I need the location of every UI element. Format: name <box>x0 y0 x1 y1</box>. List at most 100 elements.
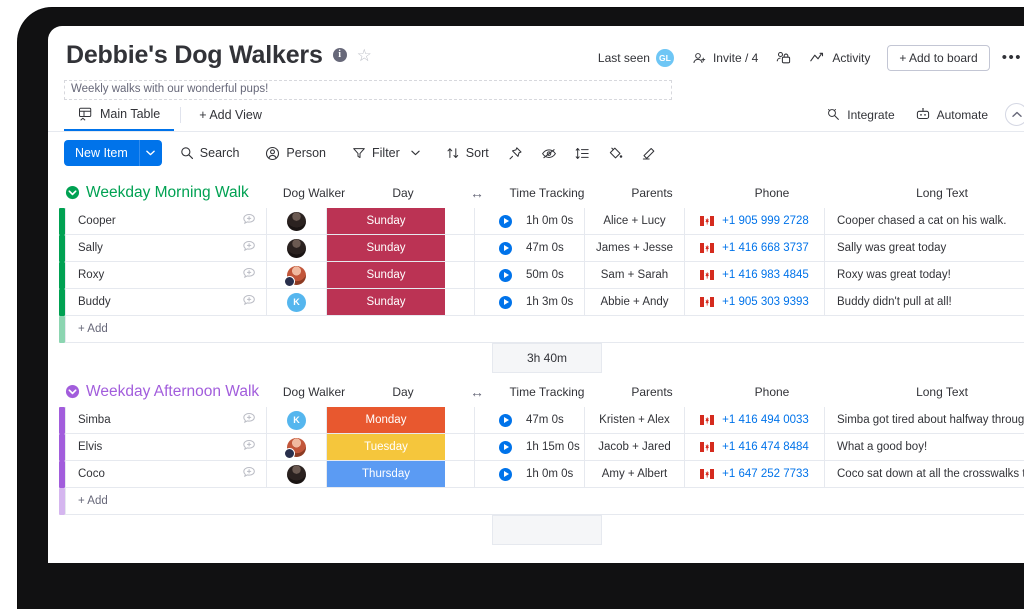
cell-long-text[interactable]: Cooper chased a cat on his walk. <box>825 208 1024 235</box>
cell-day[interactable]: Tuesday <box>327 434 445 461</box>
tab-main-table[interactable]: Main Table <box>64 98 175 131</box>
column-header-walker[interactable]: Dog Walker <box>283 178 345 208</box>
play-icon[interactable] <box>499 440 512 454</box>
column-header-phone[interactable]: Phone <box>702 178 842 208</box>
cell-dog-walker[interactable]: K <box>267 289 327 316</box>
phone-number[interactable]: +1 416 494 0033 <box>722 414 809 426</box>
new-item-button[interactable]: New Item <box>64 140 162 166</box>
cell-dog-walker[interactable] <box>267 461 327 488</box>
play-icon[interactable] <box>499 413 512 427</box>
cell-long-text[interactable]: Coco sat down at all the crosswalks toda… <box>825 461 1024 488</box>
cell-phone[interactable]: +1 647 252 7733 <box>685 461 825 488</box>
cell-day[interactable]: Monday <box>327 407 445 434</box>
cell-day[interactable]: Sunday <box>327 208 445 235</box>
cell-parents[interactable]: Alice + Lucy <box>585 208 685 235</box>
column-header-phone[interactable]: Phone <box>702 377 842 407</box>
play-icon[interactable] <box>499 467 512 481</box>
activity-button[interactable]: Activity <box>801 46 879 70</box>
cell-time-tracking[interactable]: 1h 15m 0s <box>475 434 585 461</box>
cell-parents[interactable]: Abbie + Andy <box>585 289 685 316</box>
group-title[interactable]: Weekday Afternoon Walk <box>86 377 259 407</box>
cell-phone[interactable]: +1 416 494 0033 <box>685 407 825 434</box>
cell-time-tracking[interactable]: 50m 0s <box>475 262 585 289</box>
play-icon[interactable] <box>499 214 512 228</box>
invite-button[interactable]: Invite / 4 <box>683 46 767 71</box>
column-header-long[interactable]: Long Text <box>842 178 1024 208</box>
chat-bubble-icon[interactable] <box>242 465 257 483</box>
phone-number[interactable]: +1 416 983 4845 <box>722 269 809 281</box>
cell-name[interactable]: Sally <box>65 235 267 262</box>
column-header-arrows[interactable]: ↔ <box>462 178 492 208</box>
search-button[interactable]: Search <box>172 142 248 164</box>
column-header-parents[interactable]: Parents <box>602 178 702 208</box>
phone-number[interactable]: +1 416 668 3737 <box>722 242 809 254</box>
avatar[interactable] <box>284 265 306 287</box>
cell-long-text[interactable]: What a good boy! <box>825 434 1024 461</box>
table-row[interactable]: Roxy Sunday 50m 0s Sam + Sarah +1 416 983 48… <box>48 262 1024 289</box>
cell-dog-walker[interactable] <box>267 235 327 262</box>
cell-day[interactable]: Sunday <box>327 235 445 262</box>
chat-bubble-icon[interactable] <box>242 438 257 456</box>
star-icon[interactable]: ☆ <box>357 47 372 64</box>
chat-bubble-icon[interactable] <box>242 212 257 230</box>
play-icon[interactable] <box>499 268 512 282</box>
cell-dog-walker[interactable] <box>267 208 327 235</box>
cell-phone[interactable]: +1 416 983 4845 <box>685 262 825 289</box>
chat-bubble-icon[interactable] <box>242 411 257 429</box>
automate-button[interactable]: Automate <box>906 103 997 126</box>
table-row[interactable]: Simba K Monday 47m 0s Kristen + Alex +1 416 4… <box>48 407 1024 434</box>
phone-number[interactable]: +1 905 303 9393 <box>722 296 809 308</box>
chat-bubble-icon[interactable] <box>242 239 257 257</box>
cell-name[interactable]: Cooper <box>65 208 267 235</box>
permissions-button[interactable] <box>767 45 801 71</box>
cell-long-text[interactable]: Roxy was great today! <box>825 262 1024 289</box>
sort-button[interactable]: Sort <box>438 142 497 164</box>
cell-parents[interactable]: James + Jesse <box>585 235 685 262</box>
table-row[interactable]: Buddy K Sunday 1h 3m 0s Abbie + Andy +1 905 3… <box>48 289 1024 316</box>
cell-time-tracking[interactable]: 47m 0s <box>475 235 585 262</box>
cell-time-tracking[interactable]: 47m 0s <box>475 407 585 434</box>
phone-number[interactable]: +1 905 999 2728 <box>722 215 809 227</box>
cell-phone[interactable]: +1 416 668 3737 <box>685 235 825 262</box>
add-item-row[interactable]: + Add <box>48 316 1024 343</box>
add-item-row[interactable]: + Add <box>48 488 1024 515</box>
cell-name[interactable]: Elvis <box>65 434 267 461</box>
cell-name[interactable]: Buddy <box>65 289 267 316</box>
add-item-label[interactable]: + Add <box>65 488 1024 515</box>
cell-parents[interactable]: Jacob + Jared <box>585 434 685 461</box>
cell-long-text[interactable]: Sally was great today <box>825 235 1024 262</box>
column-header-time[interactable]: Time Tracking <box>492 377 602 407</box>
cell-parents[interactable]: Sam + Sarah <box>585 262 685 289</box>
board-description-input[interactable]: Weekly walks with our wonderful pups! <box>64 80 672 100</box>
info-icon[interactable]: i <box>332 48 347 62</box>
cell-name[interactable]: Coco <box>65 461 267 488</box>
cell-long-text[interactable]: Buddy didn't pull at all! <box>825 289 1024 316</box>
cell-dog-walker[interactable]: K <box>267 407 327 434</box>
column-header-long[interactable]: Long Text <box>842 377 1024 407</box>
group-title[interactable]: Weekday Morning Walk <box>86 178 249 208</box>
avatar[interactable]: K <box>287 292 306 312</box>
phone-number[interactable]: +1 647 252 7733 <box>722 468 809 480</box>
chat-bubble-icon[interactable] <box>242 266 257 284</box>
column-header-day[interactable]: Day <box>344 377 462 407</box>
cell-parents[interactable]: Kristen + Alex <box>585 407 685 434</box>
integrate-button[interactable]: Integrate <box>817 103 903 126</box>
collapse-header-button[interactable] <box>1005 103 1024 126</box>
paint-bucket-icon[interactable] <box>601 142 630 165</box>
cell-name[interactable]: Roxy <box>65 262 267 289</box>
cell-phone[interactable]: +1 416 474 8484 <box>685 434 825 461</box>
pen-icon[interactable] <box>634 142 664 165</box>
avatar[interactable]: K <box>287 410 306 430</box>
cell-name[interactable]: Simba <box>65 407 267 434</box>
cell-phone[interactable]: +1 905 999 2728 <box>685 208 825 235</box>
add-view-button[interactable]: + Add View <box>187 98 274 131</box>
table-row[interactable]: Sally Sunday 47m 0s James + Jesse +1 416 668… <box>48 235 1024 262</box>
chevron-down-icon[interactable] <box>411 150 420 156</box>
cell-time-tracking[interactable]: 1h 0m 0s <box>475 461 585 488</box>
cell-time-tracking[interactable]: 1h 3m 0s <box>475 289 585 316</box>
play-icon[interactable] <box>499 241 512 255</box>
person-filter-button[interactable]: Person <box>257 142 334 165</box>
column-header-time[interactable]: Time Tracking <box>492 178 602 208</box>
cell-day[interactable]: Thursday <box>327 461 445 488</box>
pin-icon[interactable] <box>501 142 530 165</box>
